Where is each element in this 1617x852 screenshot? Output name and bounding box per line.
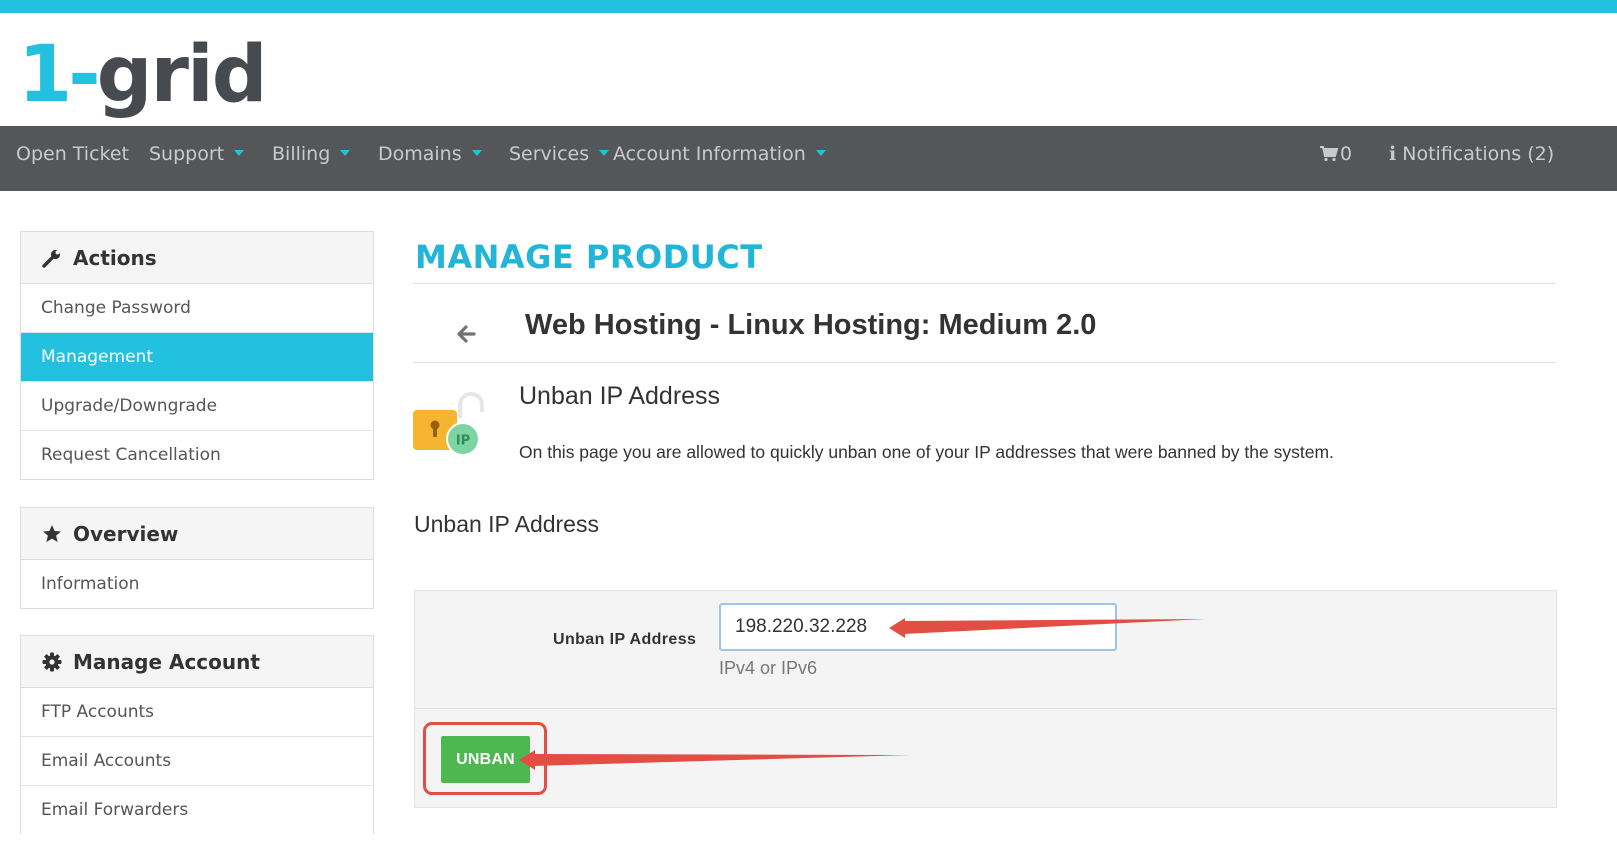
sidebar-item-management[interactable]: Management: [21, 333, 373, 382]
product-title: Web Hosting - Linux Hosting: Medium 2.0: [525, 309, 1097, 341]
nav-billing-label: Billing: [272, 143, 331, 165]
caret-down-icon: [340, 149, 351, 156]
section-heading: Unban IP Address: [414, 511, 599, 537]
nav-account-information-label: Account Information: [613, 143, 806, 165]
nav-open-ticket-label: Open Ticket: [16, 143, 129, 165]
sidebar-item-request-cancellation[interactable]: Request Cancellation: [21, 431, 373, 479]
manage-account-title: Manage Account: [73, 649, 260, 674]
nav-services-label: Services: [509, 143, 590, 165]
sidebar-item-information[interactable]: Information: [21, 560, 373, 608]
unlock-ip-icon: IP: [412, 388, 484, 465]
overview-title: Overview: [73, 521, 179, 546]
sidebar-item-email-forwarders[interactable]: Email Forwarders: [21, 786, 373, 834]
nav-domains[interactable]: Domains: [378, 126, 482, 191]
brand-logo[interactable]: 1- grid: [18, 24, 268, 120]
nav-support[interactable]: Support: [149, 126, 245, 191]
ip-help-text: IPv4 or IPv6: [719, 658, 818, 678]
back-arrow-icon[interactable]: [455, 323, 477, 350]
module-title: Unban IP Address: [519, 382, 721, 410]
title-divider: [413, 283, 1556, 284]
nav-services[interactable]: Services: [509, 126, 610, 191]
module-description: On this page you are allowed to quickly …: [519, 442, 1334, 462]
nav-billing[interactable]: Billing: [272, 126, 351, 191]
sidebar-item-ftp-accounts[interactable]: FTP Accounts: [21, 688, 373, 737]
caret-down-icon: [234, 149, 245, 156]
sidebar-item-email-accounts[interactable]: Email Accounts: [21, 737, 373, 786]
info-icon: i: [1389, 143, 1397, 165]
gear-icon: [41, 651, 63, 673]
notifications-label: Notifications (2): [1402, 143, 1555, 165]
ip-field-label: Unban IP Address: [553, 631, 697, 648]
sidebar-item-upgrade-downgrade[interactable]: Upgrade/Downgrade: [21, 382, 373, 431]
form-divider: [415, 708, 1556, 709]
actions-title: Actions: [73, 245, 157, 270]
star-icon: [41, 523, 63, 545]
product-divider: [413, 362, 1556, 363]
sidebar-item-change-password[interactable]: Change Password: [21, 284, 373, 333]
unban-form: Unban IP Address IPv4 or IPv6 UNBAN: [414, 590, 1557, 808]
nav-support-label: Support: [149, 143, 225, 165]
logo-one-text: 1-: [18, 30, 101, 120]
ip-badge-text: IP: [456, 434, 470, 449]
actions-panel: Actions Change Password Management Upgra…: [20, 231, 374, 480]
actions-panel-heading: Actions: [21, 232, 373, 284]
top-accent-strip: [0, 0, 1617, 13]
overview-panel-heading: Overview: [21, 508, 373, 560]
ip-address-input[interactable]: [719, 603, 1117, 651]
nav-notifications[interactable]: i Notifications (2): [1389, 126, 1554, 191]
manage-account-panel: Manage Account FTP Accounts Email Accoun…: [20, 635, 374, 834]
unban-button[interactable]: UNBAN: [441, 736, 530, 783]
manage-account-panel-heading: Manage Account: [21, 636, 373, 688]
nav-open-ticket[interactable]: Open Ticket: [16, 126, 129, 191]
page-title: MANAGE PRODUCT: [415, 238, 763, 276]
nav-cart[interactable]: 0: [1320, 126, 1352, 191]
main-navbar: Open Ticket Support Billing Domains Serv…: [0, 126, 1617, 191]
caret-down-icon: [471, 149, 482, 156]
cart-count: 0: [1340, 143, 1353, 165]
nav-account-information[interactable]: Account Information: [613, 126, 826, 191]
wrench-icon: [41, 247, 63, 269]
caret-down-icon: [815, 149, 826, 156]
overview-panel: Overview Information: [20, 507, 374, 609]
caret-down-icon: [599, 149, 610, 156]
logo-grid-text: grid: [96, 30, 268, 120]
nav-domains-label: Domains: [378, 143, 462, 165]
cart-icon: [1320, 146, 1339, 162]
